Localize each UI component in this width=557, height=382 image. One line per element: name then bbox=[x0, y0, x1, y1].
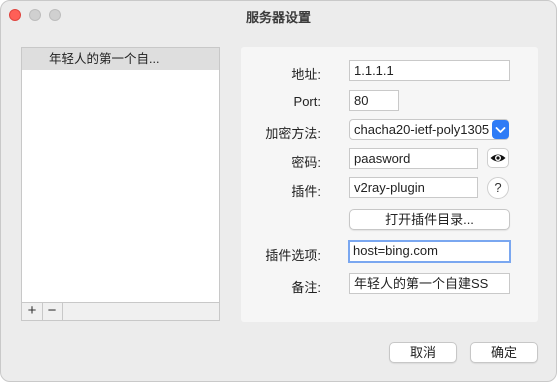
help-button[interactable]: ? bbox=[487, 177, 509, 199]
add-server-button[interactable]: + bbox=[22, 303, 43, 320]
encryption-label: 加密方法: bbox=[265, 126, 321, 141]
remark-label: 备注: bbox=[291, 280, 321, 295]
password-label: 密码: bbox=[291, 155, 321, 170]
server-list[interactable]: 年轻人的第一个自... bbox=[21, 47, 220, 303]
eye-icon bbox=[490, 154, 506, 162]
server-list-toolbar: + − bbox=[21, 303, 220, 321]
show-password-button[interactable] bbox=[487, 148, 509, 168]
plugin-options-label: 插件选项: bbox=[265, 248, 321, 263]
port-field[interactable]: 80 bbox=[349, 90, 399, 111]
cancel-button[interactable]: 取消 bbox=[389, 342, 457, 363]
address-label: 地址: bbox=[291, 67, 321, 82]
address-field[interactable]: 1.1.1.1 bbox=[349, 60, 510, 81]
port-label: Port: bbox=[293, 94, 321, 109]
chevron-updown-icon[interactable] bbox=[492, 120, 509, 139]
server-settings-window: 服务器设置 年轻人的第一个自... + − 地址: 1.1.1.1 Port: … bbox=[0, 0, 557, 382]
server-form: 地址: 1.1.1.1 Port: 80 加密方法: chacha20-ietf… bbox=[241, 47, 538, 322]
ok-button[interactable]: 确定 bbox=[470, 342, 538, 363]
password-field[interactable]: paasword bbox=[349, 148, 478, 169]
remove-server-button[interactable]: − bbox=[42, 303, 63, 320]
encryption-select[interactable]: chacha20-ietf-poly1305 bbox=[349, 119, 509, 140]
title-bar: 服务器设置 bbox=[1, 1, 556, 29]
plugin-options-field[interactable]: host=bing.com bbox=[348, 240, 511, 263]
remark-field[interactable]: 年轻人的第一个自建SS bbox=[349, 273, 510, 294]
server-list-item[interactable]: 年轻人的第一个自... bbox=[22, 48, 219, 70]
plugin-field[interactable]: v2ray-plugin bbox=[349, 177, 478, 198]
plugin-label: 插件: bbox=[291, 184, 321, 199]
open-plugin-directory-button[interactable]: 打开插件目录... bbox=[349, 209, 510, 230]
window-title: 服务器设置 bbox=[245, 10, 311, 25]
